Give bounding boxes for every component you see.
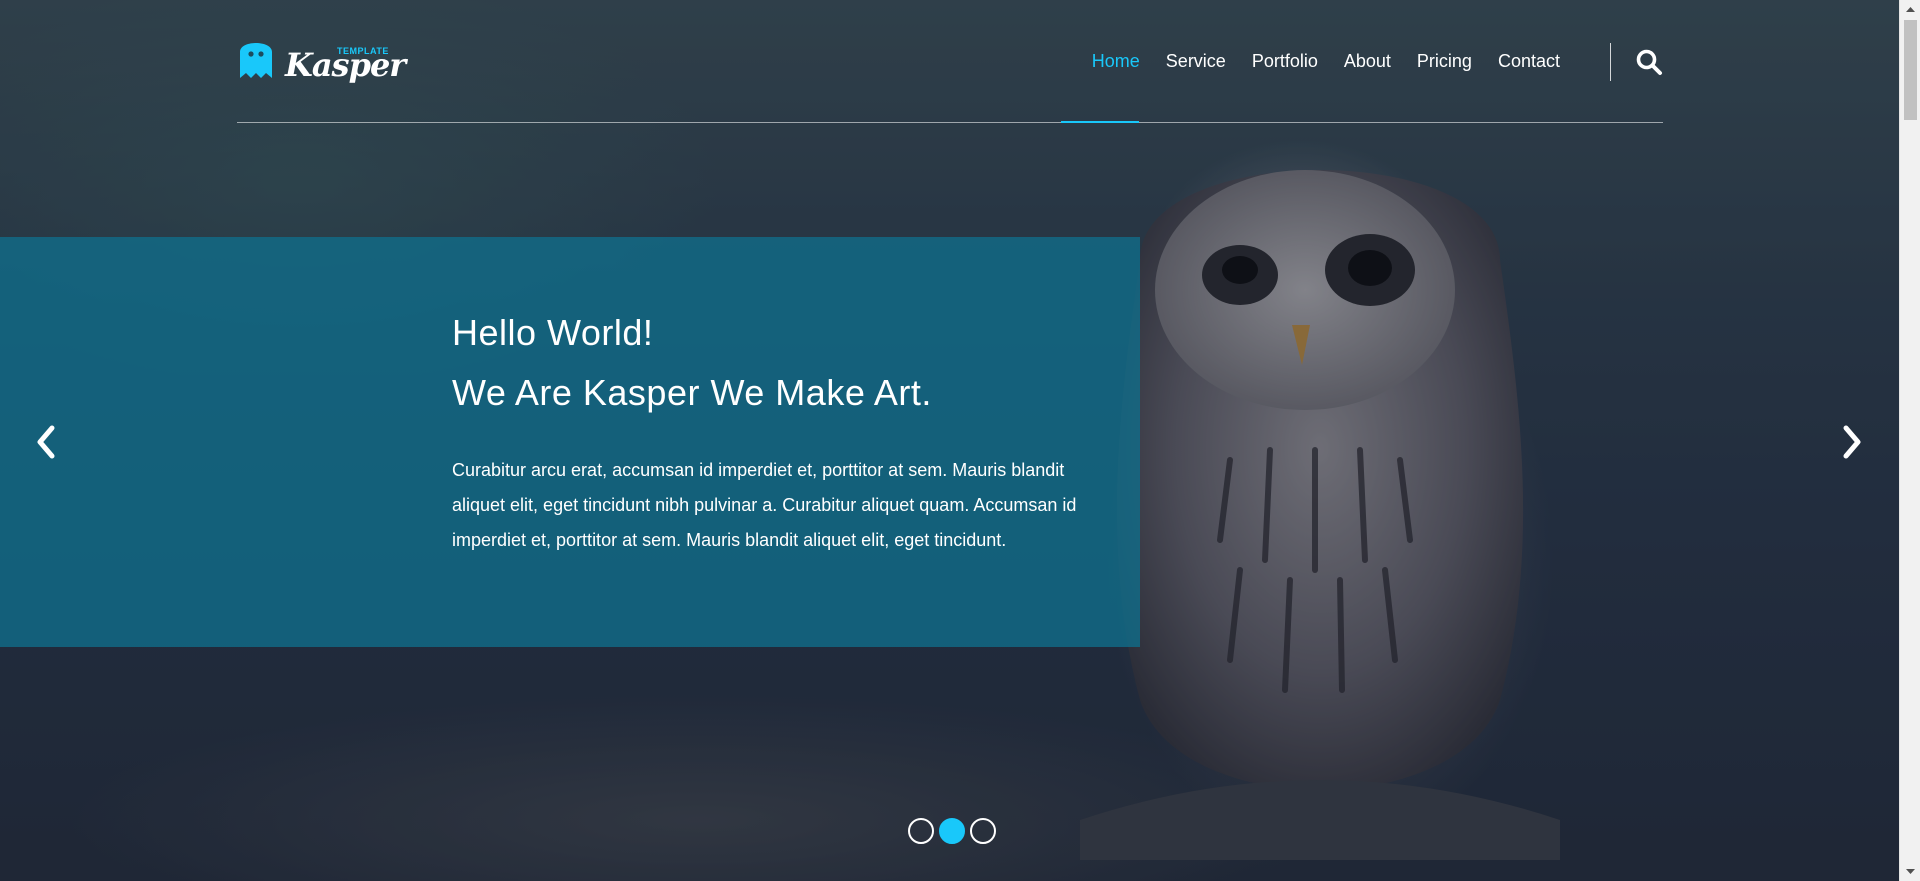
carousel-bullet-3[interactable] [970, 818, 996, 844]
carousel-bullet-2[interactable] [939, 818, 965, 844]
slide-text: Curabitur arcu erat, accumsan id imperdi… [452, 460, 1077, 550]
search-icon[interactable] [1635, 48, 1663, 76]
nav-home[interactable]: Home [1092, 51, 1140, 72]
carousel-bullets [908, 818, 1001, 844]
nav-divider [1610, 42, 1611, 81]
slide-panel: Hello World! We Are Kasper We Make Art. … [0, 237, 1140, 647]
scrollbar-thumb[interactable] [1904, 20, 1917, 120]
chevron-right-icon[interactable] [1836, 422, 1866, 462]
main-nav: Home Service Portfolio About Pricing Con… [1066, 0, 1663, 123]
scroll-down-icon[interactable] [1900, 863, 1920, 881]
vertical-scrollbar[interactable] [1899, 0, 1920, 881]
nav-service[interactable]: Service [1166, 51, 1226, 72]
site-header: TEMPLATE Kasper Home Service Portfolio A… [237, 0, 1663, 123]
logo[interactable]: TEMPLATE Kasper [237, 34, 406, 88]
slide-content: Hello World! We Are Kasper We Make Art. … [452, 303, 1092, 558]
scroll-up-icon[interactable] [1900, 0, 1920, 18]
logo-wordmark: Kasper [285, 46, 406, 84]
nav-contact[interactable]: Contact [1498, 51, 1560, 72]
ghost-icon [240, 43, 272, 78]
nav-active-indicator [1061, 121, 1139, 123]
carousel-bullet-1[interactable] [908, 818, 934, 844]
nav-portfolio[interactable]: Portfolio [1252, 51, 1318, 72]
page: TEMPLATE Kasper Home Service Portfolio A… [0, 0, 1920, 881]
nav-pricing[interactable]: Pricing [1417, 51, 1472, 72]
slide-title-line2: We Are Kasper We Make Art. [452, 372, 932, 413]
slide-title: Hello World! We Are Kasper We Make Art. [452, 303, 1092, 423]
slide-title-line1: Hello World! [452, 312, 654, 353]
nav-about[interactable]: About [1344, 51, 1391, 72]
chevron-left-icon[interactable] [32, 422, 62, 462]
